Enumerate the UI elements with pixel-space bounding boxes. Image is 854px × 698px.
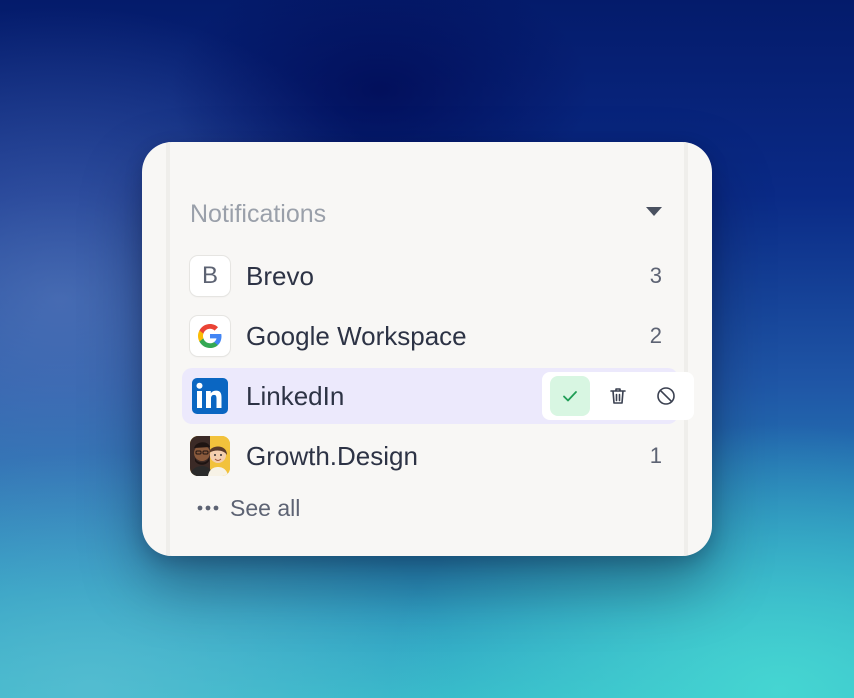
notifications-panel: Notifications B Brevo 3 Google Workspace… xyxy=(142,142,712,556)
trash-icon xyxy=(610,388,626,404)
google-logo-icon xyxy=(190,316,230,356)
growth-design-avatar xyxy=(190,436,230,476)
item-count: 2 xyxy=(649,323,662,348)
panel-rail-right xyxy=(684,142,688,556)
more-dots-icon xyxy=(197,505,219,511)
letter-b-icon: B xyxy=(190,256,230,296)
delete-button[interactable] xyxy=(598,376,638,416)
caret-down-icon[interactable] xyxy=(646,207,662,216)
notification-item-google-workspace[interactable]: Google Workspace 2 xyxy=(182,308,678,364)
notification-item-growth-design[interactable]: Growth.Design 1 xyxy=(182,428,678,484)
panel-title: Notifications xyxy=(190,200,327,228)
mark-read-button[interactable] xyxy=(550,376,590,416)
linkedin-logo-icon xyxy=(192,378,228,414)
item-actions-toolbar xyxy=(542,372,694,420)
check-icon xyxy=(563,391,577,402)
item-name: Brevo xyxy=(246,261,314,291)
item-count: 3 xyxy=(649,263,662,288)
item-name: Growth.Design xyxy=(246,441,418,471)
item-name: Google Workspace xyxy=(246,321,467,351)
item-name: LinkedIn xyxy=(246,381,345,411)
panel-header[interactable]: Notifications xyxy=(190,198,662,230)
see-all-label: See all xyxy=(230,495,301,521)
block-icon xyxy=(657,387,675,405)
block-button[interactable] xyxy=(646,376,686,416)
item-count: 1 xyxy=(649,443,662,468)
notification-item-brevo[interactable]: B Brevo 3 xyxy=(182,248,678,304)
panel-rail-left xyxy=(166,142,170,556)
notification-item-linkedin[interactable]: LinkedIn 1 xyxy=(182,368,694,424)
